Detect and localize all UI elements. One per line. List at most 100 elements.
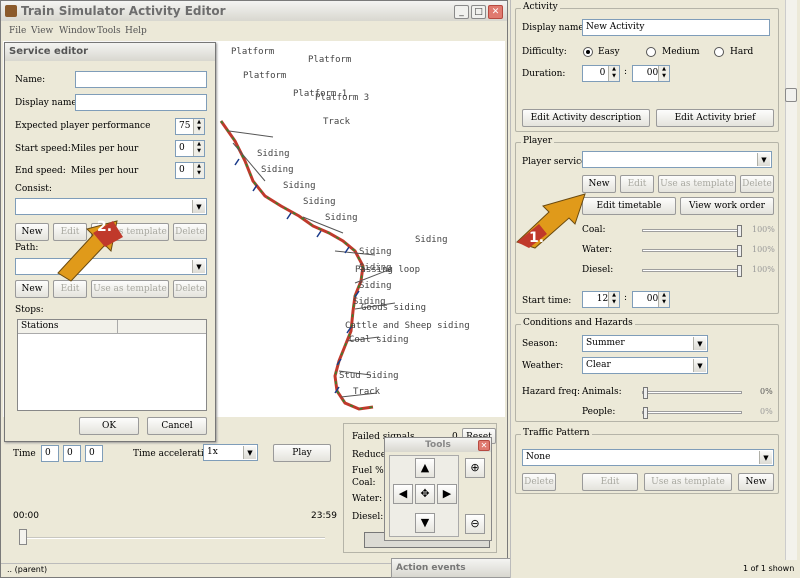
time-seconds-field[interactable]: 0 (85, 445, 103, 462)
tools-title-bar[interactable]: Tools (385, 438, 491, 452)
slider-thumb[interactable] (737, 265, 742, 277)
map-label[interactable]: Siding (261, 165, 294, 175)
map-label[interactable]: Siding (283, 181, 316, 191)
menu-window[interactable]: Window (59, 23, 96, 39)
map-label[interactable]: Stud Siding (339, 371, 399, 381)
difficulty-hard-label[interactable]: Hard (730, 47, 753, 57)
end-speed-stepper[interactable]: 0 ▲ ▼ (175, 162, 205, 179)
coal-slider[interactable] (642, 225, 742, 237)
performance-stepper[interactable]: 75 ▲ ▼ (175, 118, 205, 135)
difficulty-easy-label[interactable]: Easy (598, 47, 620, 57)
map-label[interactable]: Goods siding (361, 303, 426, 313)
map-label[interactable]: Cattle and Sheep siding (345, 321, 470, 331)
slider-thumb[interactable] (737, 245, 742, 257)
path-new-button[interactable]: New (15, 280, 49, 298)
timeline-slider-handle[interactable] (19, 529, 27, 545)
map-label[interactable]: Platform (308, 55, 351, 65)
pan-down-icon[interactable]: ▼ (415, 513, 435, 533)
zoom-out-icon[interactable]: ⊖ (465, 514, 485, 534)
minimize-icon[interactable]: _ (454, 5, 469, 19)
diesel-slider[interactable] (642, 265, 742, 277)
people-slider[interactable] (642, 407, 742, 419)
spin-arrows-icon[interactable]: ▲ ▼ (658, 66, 669, 81)
animals-slider[interactable] (642, 387, 742, 399)
column-header-empty[interactable] (118, 320, 206, 334)
traffic-new-button[interactable]: New (738, 473, 774, 491)
menu-view[interactable]: View (31, 23, 53, 39)
service-name-field[interactable] (75, 71, 207, 88)
service-display-name-field[interactable] (75, 94, 207, 111)
panel-scroll-button[interactable] (785, 88, 797, 102)
edit-timetable-button[interactable]: Edit timetable (582, 197, 676, 215)
traffic-pattern-select[interactable]: None ▼ (522, 449, 774, 466)
map-label[interactable]: Platform 3 (315, 93, 369, 103)
spin-arrows-icon[interactable]: ▲ ▼ (658, 292, 669, 307)
spin-arrows-icon[interactable]: ▲ ▼ (193, 141, 204, 156)
map-label[interactable]: Siding (359, 281, 392, 291)
consist-new-button[interactable]: New (15, 223, 49, 241)
map-label[interactable]: Siding (359, 247, 392, 257)
difficulty-hard-radio[interactable] (714, 47, 724, 57)
pan-left-icon[interactable]: ◀ (393, 484, 413, 504)
spin-arrows-icon[interactable]: ▲ ▼ (193, 163, 204, 178)
consist-delete-button[interactable]: Delete (173, 223, 207, 241)
edit-activity-brief-button[interactable]: Edit Activity brief (656, 109, 774, 127)
menu-tools[interactable]: Tools (97, 23, 121, 39)
zoom-in-icon[interactable]: ⊕ (465, 458, 485, 478)
stations-column-header[interactable]: Stations (18, 320, 118, 334)
time-minutes-field[interactable]: 0 (63, 445, 81, 462)
time-hours-field[interactable]: 0 (41, 445, 59, 462)
map-label[interactable]: Platform (243, 71, 286, 81)
slider-thumb[interactable] (643, 407, 648, 419)
time-acceleration-select[interactable]: 1x ▼ (203, 444, 258, 461)
view-work-order-button[interactable]: View work order (680, 197, 774, 215)
spin-arrows-icon[interactable]: ▲ ▼ (608, 66, 619, 81)
service-editor-title-bar[interactable]: Service editor (5, 43, 215, 61)
main-title-bar[interactable]: Train Simulator Activity Editor (1, 1, 507, 21)
difficulty-medium-label[interactable]: Medium (662, 47, 700, 57)
cancel-button[interactable]: Cancel (147, 417, 207, 435)
start-speed-stepper[interactable]: 0 ▲ ▼ (175, 140, 205, 157)
stops-table[interactable]: Stations (17, 319, 207, 411)
map-label[interactable]: Track (323, 117, 350, 127)
map-label[interactable]: Passing loop (355, 265, 420, 275)
start-time-minutes-stepper[interactable]: 00 ▲ ▼ (632, 291, 670, 308)
scrollbar[interactable] (785, 0, 797, 560)
pan-up-icon[interactable]: ▲ (415, 458, 435, 478)
duration-minutes-stepper[interactable]: 00 ▲ ▼ (632, 65, 670, 82)
player-service-select[interactable]: ▼ (582, 151, 772, 168)
activity-display-name-field[interactable]: New Activity (582, 19, 770, 36)
menu-help[interactable]: Help (125, 23, 147, 39)
map-label[interactable]: Siding (257, 149, 290, 159)
difficulty-easy-radio[interactable] (583, 47, 593, 57)
edit-activity-description-button[interactable]: Edit Activity description (522, 109, 650, 127)
play-button[interactable]: Play (273, 444, 331, 462)
spin-arrows-icon[interactable]: ▲ ▼ (193, 119, 204, 134)
map-label[interactable]: Siding (303, 197, 336, 207)
player-delete-button[interactable]: Delete (740, 175, 774, 193)
pan-right-icon[interactable]: ▶ (437, 484, 457, 504)
weather-select[interactable]: Clear ▼ (582, 357, 708, 374)
spin-arrows-icon[interactable]: ▲ ▼ (608, 292, 619, 307)
traffic-edit-button[interactable]: Edit (582, 473, 638, 491)
player-template-button[interactable]: Use as template (658, 175, 736, 193)
duration-hours-stepper[interactable]: 0 ▲ ▼ (582, 65, 620, 82)
map-label[interactable]: Coal siding (349, 335, 409, 345)
map-label[interactable]: Track (353, 387, 380, 397)
traffic-delete-button[interactable]: Delete (522, 473, 556, 491)
map-label[interactable]: Siding (325, 213, 358, 223)
start-time-hours-stepper[interactable]: 12 ▲ ▼ (582, 291, 620, 308)
season-select[interactable]: Summer ▼ (582, 335, 708, 352)
map-label[interactable]: Siding (415, 235, 448, 245)
close-icon[interactable]: ✕ (488, 5, 503, 19)
water-slider[interactable] (642, 245, 742, 257)
menu-file[interactable]: File (9, 23, 26, 39)
maximize-icon[interactable]: □ (471, 5, 486, 19)
map-label[interactable]: Platform (231, 47, 274, 57)
player-edit-button[interactable]: Edit (620, 175, 654, 193)
slider-thumb[interactable] (643, 387, 648, 399)
traffic-template-button[interactable]: Use as template (644, 473, 732, 491)
path-delete-button[interactable]: Delete (173, 280, 207, 298)
slider-thumb[interactable] (737, 225, 742, 237)
close-icon[interactable]: ✕ (478, 440, 490, 451)
